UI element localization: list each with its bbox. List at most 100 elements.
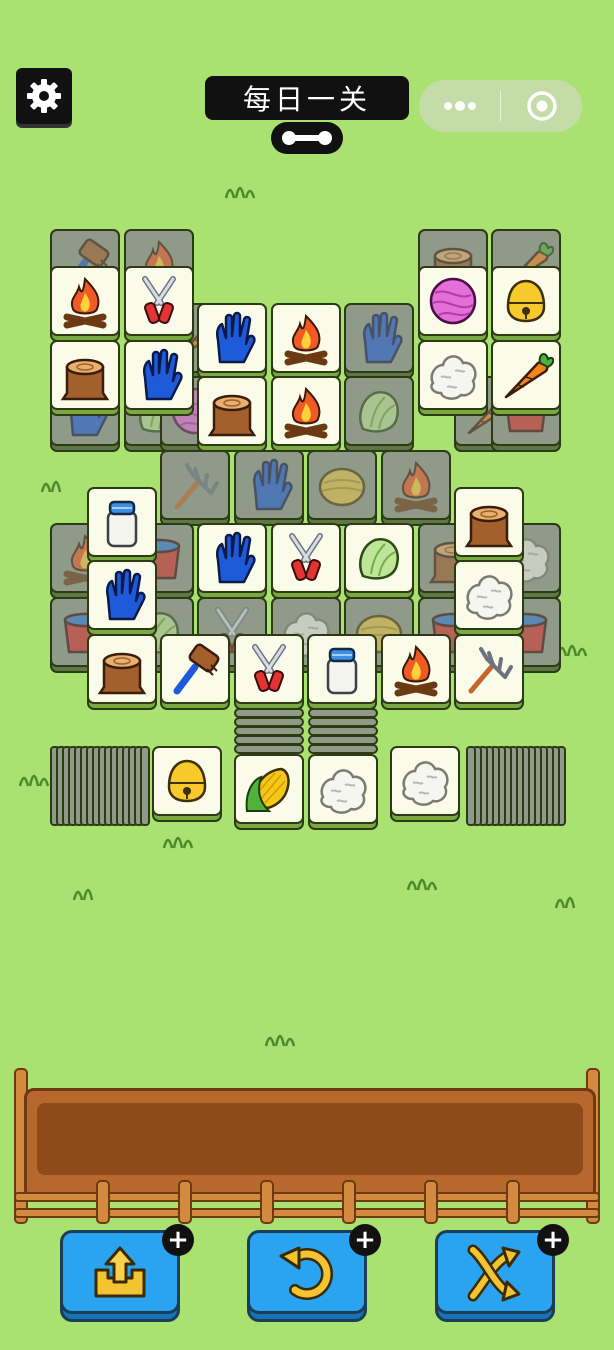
board-tile[interactable] bbox=[86, 633, 157, 710]
move-out-icon bbox=[94, 1246, 146, 1298]
collection-tray bbox=[0, 1060, 614, 1230]
tile-face bbox=[270, 376, 341, 447]
board-tile[interactable] bbox=[417, 339, 488, 416]
board-tile[interactable] bbox=[123, 266, 194, 342]
yarn-icon bbox=[429, 277, 476, 325]
tile-face bbox=[197, 523, 267, 594]
milk-icon bbox=[327, 647, 358, 694]
stump-icon bbox=[464, 505, 514, 547]
board-tile[interactable] bbox=[160, 633, 231, 710]
tile-face bbox=[417, 266, 488, 336]
tile-face bbox=[160, 449, 231, 520]
tile-face bbox=[491, 266, 561, 336]
tile-face bbox=[233, 633, 304, 704]
shuffle-icon bbox=[467, 1244, 521, 1302]
board-tile[interactable] bbox=[123, 339, 194, 416]
shears-icon bbox=[251, 643, 286, 692]
target-circle-icon bbox=[526, 91, 557, 121]
tile-face bbox=[123, 339, 194, 410]
campfire-icon bbox=[394, 644, 438, 696]
settings-button[interactable] bbox=[16, 68, 72, 124]
undo-button[interactable]: + bbox=[247, 1224, 381, 1322]
board-tile[interactable] bbox=[50, 266, 120, 342]
board-tile[interactable] bbox=[307, 633, 378, 710]
middle-stack-top-tile[interactable] bbox=[308, 754, 378, 830]
campfire-icon bbox=[284, 387, 327, 439]
tile-face bbox=[233, 449, 304, 520]
rice-icon bbox=[402, 761, 449, 806]
add-shuffle-icon: + bbox=[537, 1224, 569, 1256]
board-tile[interactable] bbox=[380, 633, 451, 710]
rice-icon bbox=[466, 575, 513, 620]
close-miniprogram-button[interactable] bbox=[501, 80, 582, 132]
right-stack-top-tile[interactable] bbox=[390, 746, 460, 822]
fence-post bbox=[178, 1180, 192, 1224]
cabbage-icon bbox=[359, 538, 400, 580]
board-tile[interactable] bbox=[86, 486, 157, 563]
move-out-button[interactable]: + bbox=[60, 1224, 194, 1322]
tile-face bbox=[160, 633, 231, 704]
tile-face bbox=[390, 746, 460, 816]
board-tile[interactable] bbox=[197, 376, 267, 453]
board-tile[interactable] bbox=[491, 266, 561, 342]
board-tile-covered bbox=[233, 449, 304, 526]
board-tile[interactable] bbox=[86, 560, 157, 636]
cabbage-icon bbox=[359, 391, 400, 433]
glove-icon bbox=[252, 458, 293, 510]
pitchfork-icon bbox=[174, 462, 220, 510]
board-tile-covered bbox=[344, 302, 414, 379]
level-title-text: 每日一关 bbox=[242, 83, 371, 116]
board-tile[interactable] bbox=[50, 339, 120, 416]
stump-icon bbox=[97, 652, 147, 694]
more-button[interactable] bbox=[419, 80, 500, 132]
grass-decoration bbox=[554, 896, 576, 909]
board-tile[interactable] bbox=[454, 560, 525, 636]
board-tile-covered bbox=[160, 449, 231, 526]
stacked-tile-edge bbox=[466, 746, 476, 826]
bell-icon bbox=[506, 279, 546, 323]
grass-decoration bbox=[162, 836, 194, 849]
tile-face bbox=[344, 302, 414, 373]
fence-post bbox=[506, 1180, 520, 1224]
board-tile-covered bbox=[307, 449, 378, 526]
board-tile[interactable] bbox=[270, 376, 341, 453]
grass-decoration bbox=[72, 888, 94, 901]
board-tile[interactable] bbox=[233, 633, 304, 710]
board-tile[interactable] bbox=[197, 523, 267, 600]
tile-face bbox=[454, 633, 525, 704]
left-stack-top-tile[interactable] bbox=[152, 746, 222, 822]
stump-icon bbox=[60, 358, 110, 400]
add-move-out-icon: + bbox=[162, 1224, 194, 1256]
corn-icon bbox=[245, 767, 290, 812]
stump-icon bbox=[207, 395, 257, 437]
undo-icon bbox=[279, 1246, 333, 1300]
board-tile[interactable] bbox=[454, 486, 525, 563]
pitchfork-icon bbox=[468, 646, 514, 693]
tile-face bbox=[86, 560, 157, 630]
bone-icon bbox=[282, 131, 332, 145]
board-tile[interactable] bbox=[344, 523, 414, 600]
board-tile[interactable] bbox=[417, 266, 488, 342]
tile-face bbox=[380, 449, 451, 520]
shears-icon bbox=[141, 276, 176, 324]
tile-face bbox=[307, 633, 378, 704]
board-tile[interactable] bbox=[197, 302, 267, 379]
tile-face bbox=[380, 633, 451, 704]
tile-face bbox=[491, 339, 561, 410]
stacked-tile-edge bbox=[308, 744, 378, 754]
tile-face bbox=[270, 302, 341, 373]
middle-stack-top-tile[interactable] bbox=[234, 754, 304, 830]
glove-icon bbox=[105, 568, 146, 621]
board-tile[interactable] bbox=[270, 302, 341, 379]
board-tile[interactable] bbox=[491, 339, 561, 416]
hay-icon bbox=[319, 467, 366, 506]
shuffle-button[interactable]: + bbox=[435, 1224, 569, 1322]
board-tile[interactable] bbox=[454, 633, 525, 710]
tile-face bbox=[417, 339, 488, 410]
tile-face bbox=[308, 754, 378, 824]
grass-decoration bbox=[40, 480, 62, 493]
tray-slots-area bbox=[37, 1103, 583, 1175]
board-tile[interactable] bbox=[270, 523, 341, 600]
tile-face bbox=[197, 376, 267, 447]
glove-icon bbox=[142, 348, 183, 400]
